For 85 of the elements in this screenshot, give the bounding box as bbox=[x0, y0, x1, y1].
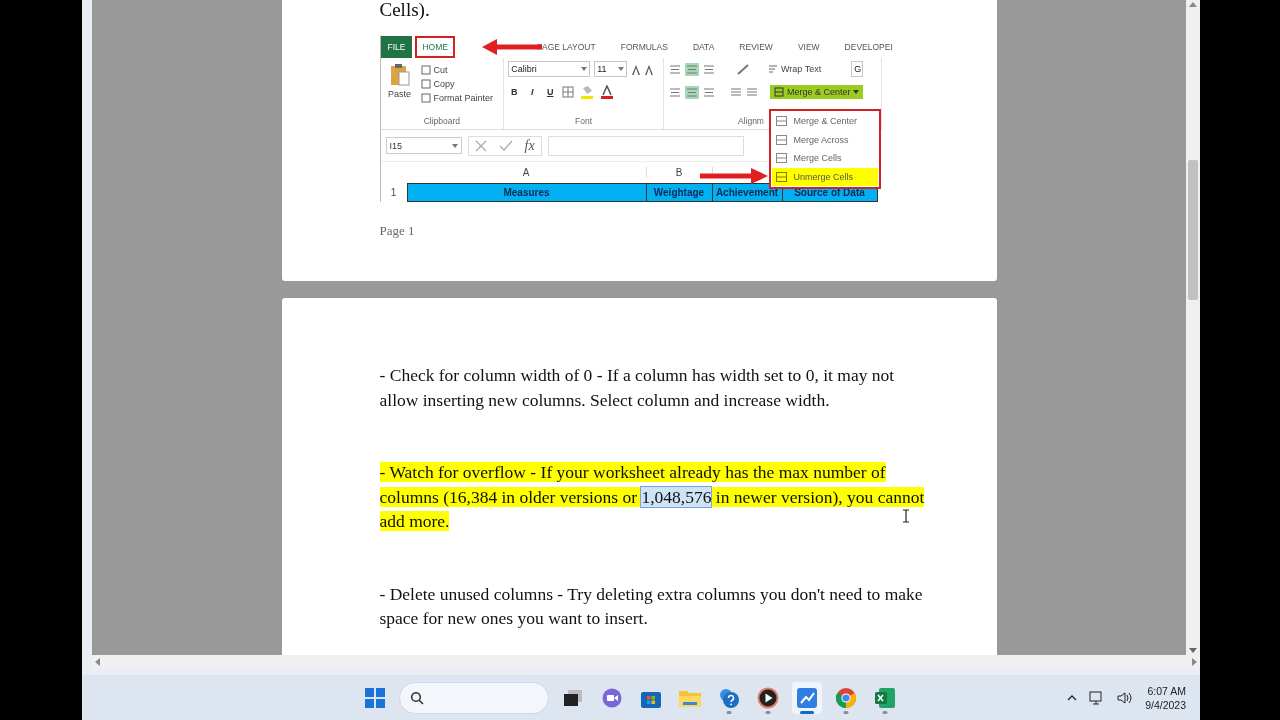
check-icon bbox=[498, 139, 513, 152]
scroll-down-icon bbox=[1189, 648, 1197, 653]
formula-field[interactable] bbox=[547, 135, 744, 156]
function-button[interactable]: fx bbox=[524, 137, 535, 154]
column-header[interactable]: B bbox=[646, 167, 713, 178]
menu-item[interactable]: Merge Across bbox=[771, 130, 878, 149]
table-cell: Achievement bbox=[712, 183, 783, 202]
indent-icon bbox=[729, 86, 760, 98]
cancel-icon bbox=[474, 139, 487, 152]
merge-button[interactable]: Merge & Center bbox=[769, 85, 864, 99]
font-size-field[interactable]: 11 bbox=[594, 61, 628, 77]
align-left-icon bbox=[667, 85, 682, 99]
video-chat-icon bbox=[601, 687, 623, 708]
ribbon-tab[interactable]: REVIEW bbox=[732, 35, 780, 58]
caret-icon bbox=[853, 90, 860, 94]
cut-off-field: G bbox=[851, 61, 864, 77]
paste-button[interactable]: Paste bbox=[384, 61, 415, 116]
selected-text: 1,048,576 bbox=[641, 486, 712, 507]
spreadsheet-icon bbox=[874, 686, 896, 709]
merge-icon bbox=[775, 153, 787, 164]
stacked-windows-icon bbox=[563, 688, 583, 707]
lightning-tile-icon bbox=[796, 686, 818, 709]
group-label: Font bbox=[574, 116, 594, 128]
scroll-thumb[interactable] bbox=[1188, 160, 1198, 300]
ribbon-tab[interactable]: DATA bbox=[685, 35, 722, 58]
clipboard-command[interactable]: Cut bbox=[420, 65, 494, 75]
align-middle-icon bbox=[684, 62, 699, 76]
clipboard-command[interactable]: Format Painter bbox=[420, 93, 494, 103]
ribbon-tab[interactable]: VIEW bbox=[790, 35, 827, 58]
fill-color-icon bbox=[580, 85, 595, 99]
speaker-icon bbox=[1117, 690, 1134, 705]
font-name-field[interactable]: Calibri bbox=[508, 61, 591, 77]
name-box[interactable]: I15 bbox=[385, 137, 462, 154]
font-color-icon bbox=[600, 85, 615, 99]
text-cursor-icon bbox=[901, 509, 910, 523]
wrap-text-button[interactable]: Wrap Text bbox=[767, 64, 822, 74]
merge-icon bbox=[775, 116, 787, 127]
align-center-icon bbox=[684, 85, 699, 99]
highlighted-paragraph: - Watch for overflow - If your worksheet already has the max number of columns (16,384 in older versions or 1,048,576 in newer version), you cannot add more. bbox=[379, 461, 926, 533]
arrow-icon bbox=[698, 167, 769, 185]
ribbon-tab[interactable]: DEVELOPEI bbox=[837, 35, 900, 58]
browser-icon bbox=[835, 686, 857, 709]
align-bottom-icon bbox=[701, 62, 716, 76]
paragraph: - Check for column width of 0 - If a column has width set to 0, it may not allow inserting new columns. Select column and increase width. bbox=[379, 364, 896, 412]
align-top-icon bbox=[667, 62, 682, 76]
text-style-button[interactable]: U bbox=[544, 87, 557, 97]
merge-icon bbox=[773, 87, 784, 97]
caret-icon bbox=[618, 67, 625, 71]
scroll-up-icon bbox=[1189, 2, 1197, 7]
paragraph: - Delete unused columns - Try deleting extra columns you don't need to make space for new ones you want to insert. bbox=[379, 582, 924, 630]
group-label: Clipboard bbox=[422, 116, 462, 128]
play-icon bbox=[757, 686, 779, 709]
clipboard-icon bbox=[389, 63, 410, 87]
scroll-left-icon bbox=[95, 657, 100, 666]
borders-icon bbox=[562, 86, 575, 98]
help-bubble-icon bbox=[718, 686, 740, 709]
page-number: Page 1 bbox=[379, 223, 416, 239]
caret-icon bbox=[451, 143, 458, 148]
grid-icon bbox=[364, 686, 386, 709]
caret-icon bbox=[581, 67, 588, 71]
body-text: Cells). bbox=[379, 0, 431, 20]
ribbon-tab[interactable]: HOME bbox=[415, 35, 455, 58]
clock[interactable]: 6:07 AM 9/4/2023 bbox=[1145, 683, 1186, 712]
merge-icon bbox=[775, 134, 787, 145]
table-cell: Measures bbox=[406, 183, 647, 202]
ribbon-tab[interactable]: FILE bbox=[380, 35, 413, 58]
align-right-icon bbox=[701, 85, 716, 99]
table-cell: Weightage bbox=[646, 183, 713, 202]
search-field[interactable] bbox=[399, 681, 549, 714]
menu-item[interactable]: Merge & Center bbox=[771, 112, 878, 131]
ribbon-tab[interactable]: FORMULAS bbox=[613, 35, 675, 58]
text-style-button[interactable]: B bbox=[508, 87, 521, 97]
wrap-text-icon bbox=[767, 64, 778, 74]
clipboard-command[interactable]: Copy bbox=[420, 79, 494, 89]
search-icon bbox=[410, 690, 424, 705]
menu-item[interactable]: Merge Cells bbox=[771, 149, 878, 168]
app-button[interactable] bbox=[792, 681, 822, 714]
scroll-right-icon bbox=[1192, 657, 1197, 666]
column-header[interactable]: A bbox=[406, 167, 647, 178]
menu-item[interactable]: Unmerge Cells bbox=[771, 167, 878, 186]
row-header[interactable]: 1 bbox=[380, 183, 407, 202]
merge-icon bbox=[775, 171, 787, 182]
group-label: Alignm bbox=[737, 116, 764, 128]
text-style-button[interactable]: I bbox=[526, 87, 539, 97]
chevron-up-icon bbox=[1067, 694, 1078, 701]
